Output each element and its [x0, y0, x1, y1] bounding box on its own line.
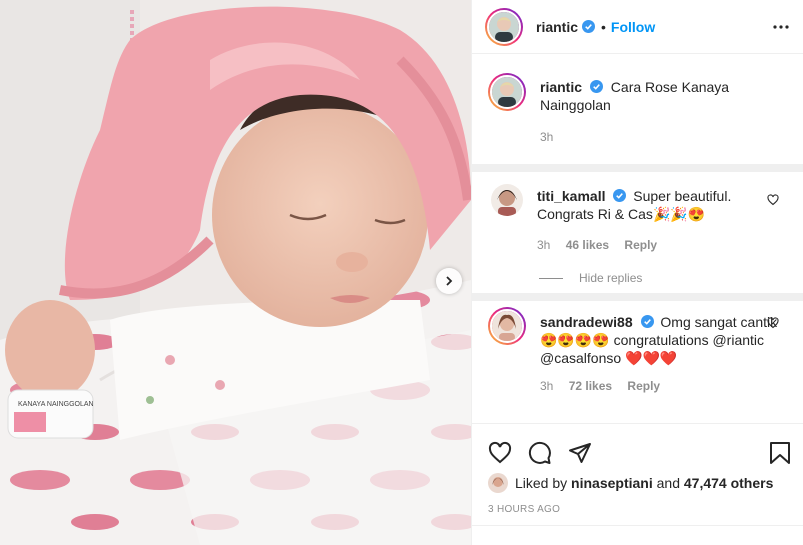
share-icon[interactable] — [568, 441, 592, 465]
more-icon[interactable] — [773, 24, 789, 29]
heart-icon[interactable] — [488, 441, 512, 465]
caption: riantic Cara Rose Kanaya Nainggolan 3h — [472, 55, 803, 146]
add-comment-bar[interactable] — [472, 525, 803, 545]
post-photo[interactable]: KANAYA NAINGGOLAN — [0, 0, 471, 545]
hide-replies-button[interactable]: Hide replies — [539, 271, 803, 285]
post-actions: Liked by ninaseptiani and 47,474 others … — [472, 423, 803, 545]
section-divider — [472, 164, 803, 172]
hide-replies-label: Hide replies — [579, 271, 643, 285]
liked-by-and: and — [656, 475, 680, 491]
like-comment-icon[interactable] — [767, 317, 779, 329]
reply-button[interactable]: Reply — [627, 379, 660, 393]
author-username[interactable]: riantic — [536, 19, 578, 35]
action-icons — [472, 424, 803, 470]
comment-username[interactable]: sandradewi88 — [540, 314, 633, 330]
wristband-label: KANAYA NAINGGOLAN — [18, 401, 94, 408]
liked-by-prefix: Liked by — [515, 475, 568, 491]
post-timestamp: 3 HOURS AGO — [488, 504, 561, 515]
comment-emojis-continued: ❤️❤️❤️ — [625, 350, 678, 366]
verified-icon — [582, 20, 596, 33]
comment-item: sandradewi88 Omg sangat cantik 😍😍😍😍 cong… — [472, 301, 803, 395]
bookmark-icon[interactable] — [769, 441, 791, 465]
caption-avatar[interactable] — [488, 73, 526, 111]
chevron-right-icon — [446, 276, 453, 286]
liker-username[interactable]: ninaseptiani — [571, 475, 653, 491]
verified-icon — [613, 189, 627, 202]
author-avatar[interactable] — [485, 7, 523, 46]
comment-item: titi_kamall Super beautiful. Congrats Ri… — [472, 172, 803, 254]
follow-button[interactable]: Follow — [611, 19, 655, 35]
comments-list[interactable]: riantic Cara Rose Kanaya Nainggolan 3h t… — [472, 55, 803, 422]
post-header: riantic • Follow — [472, 0, 803, 54]
baby-photo: KANAYA NAINGGOLAN — [0, 0, 471, 545]
comment-likes[interactable]: 46 likes — [566, 238, 609, 252]
like-comment-icon[interactable] — [767, 194, 779, 206]
next-photo-button[interactable] — [436, 268, 462, 294]
caption-username[interactable]: riantic — [540, 79, 582, 95]
comment-emojis: 🎉🎉😍 — [652, 206, 706, 222]
likes-summary: Liked by ninaseptiani and 47,474 others — [472, 473, 803, 493]
comment-icon[interactable] — [528, 441, 552, 465]
likes-count[interactable]: 47,474 others — [684, 475, 774, 491]
liker-avatar[interactable] — [488, 473, 508, 493]
caption-time: 3h — [540, 130, 554, 144]
comment-time: 3h — [540, 379, 554, 393]
verified-icon — [589, 80, 603, 93]
divider-line — [539, 277, 563, 279]
comment-text: Omg sangat cantik — [660, 314, 778, 330]
comment-username[interactable]: titi_kamall — [537, 188, 605, 204]
separator-dot: • — [601, 18, 606, 35]
commenter-avatar[interactable] — [488, 307, 526, 345]
section-divider — [472, 293, 803, 301]
comment-emojis: 😍😍😍😍 — [540, 332, 610, 348]
post-side-panel: riantic • Follow riantic Cara Rose Kanay… — [471, 0, 803, 545]
reply-button[interactable]: Reply — [624, 238, 657, 252]
comment-likes[interactable]: 72 likes — [569, 379, 612, 393]
verified-icon — [640, 315, 654, 328]
comment-time: 3h — [537, 238, 551, 252]
commenter-avatar[interactable] — [491, 184, 523, 216]
